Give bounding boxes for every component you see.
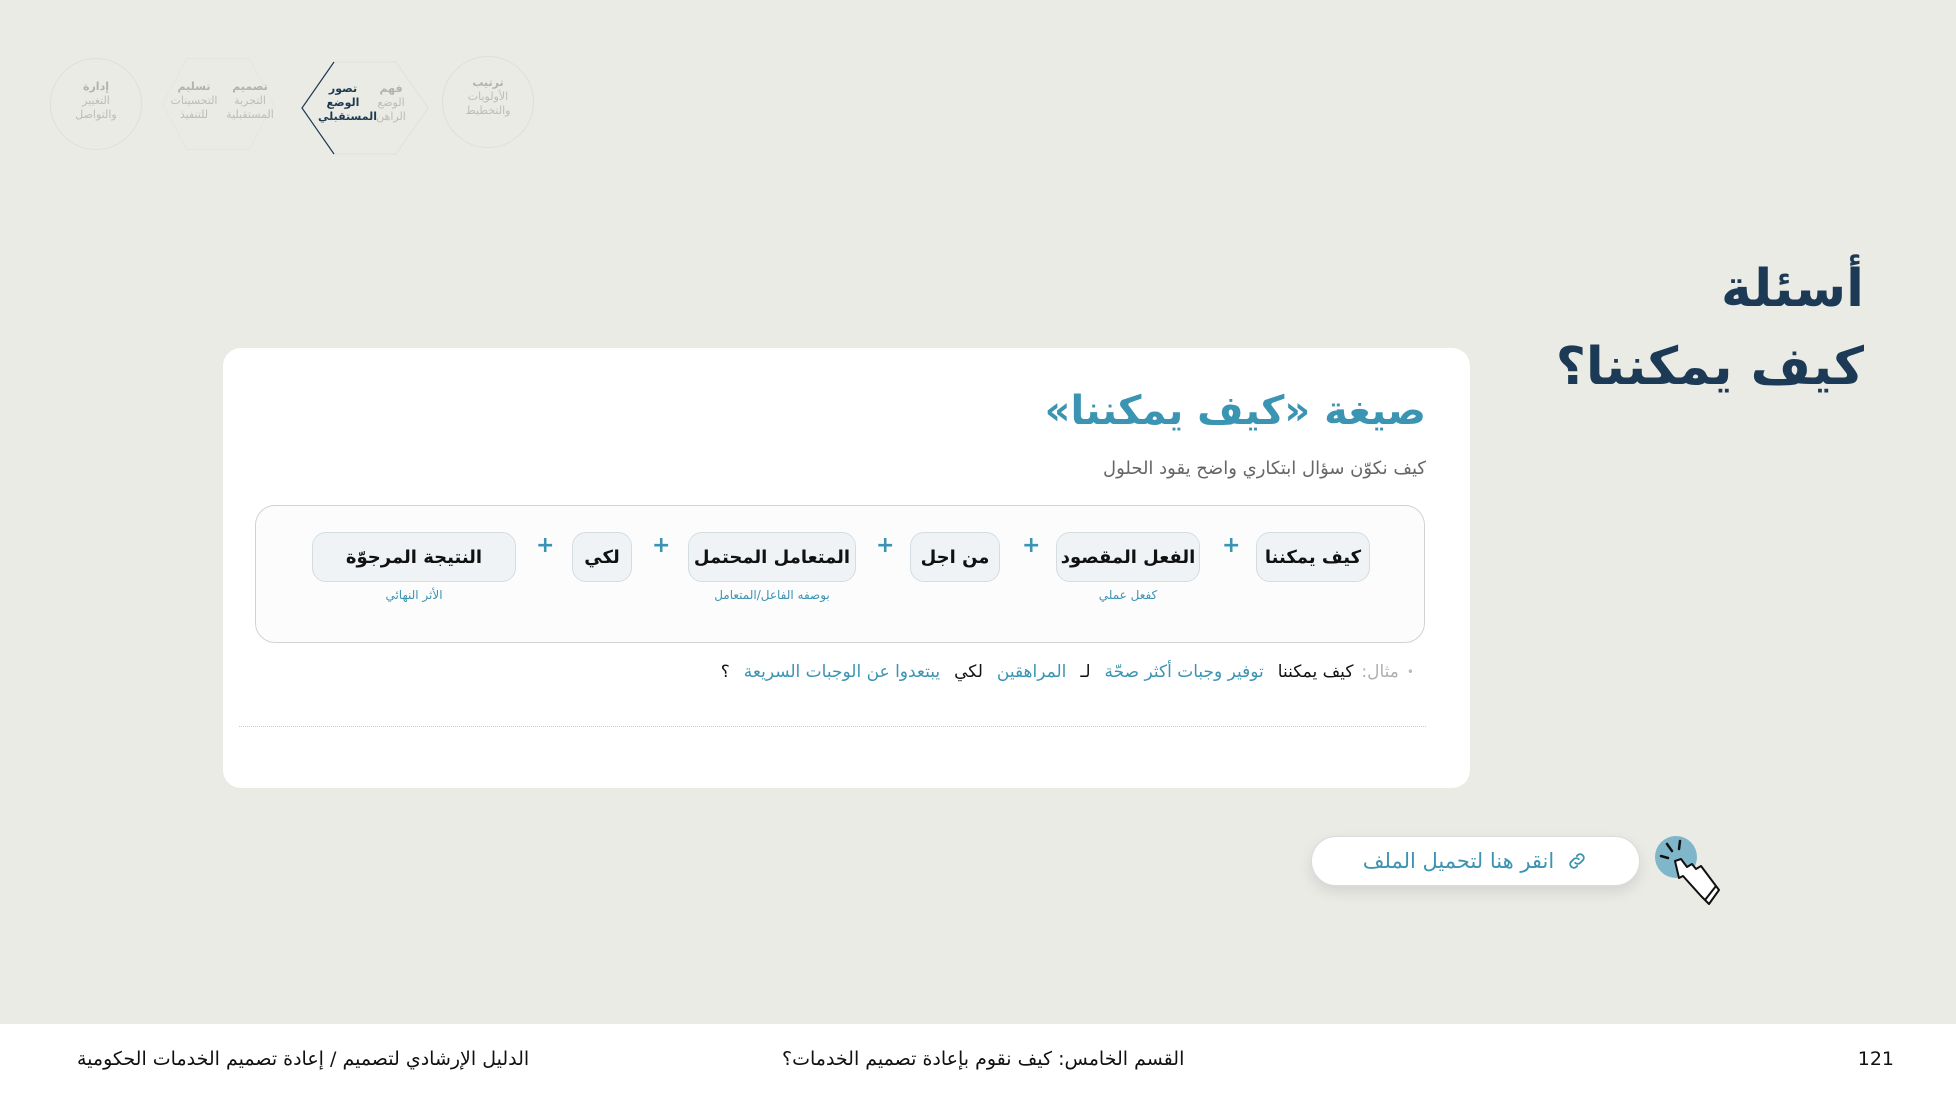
example-part: ؟ (720, 662, 730, 682)
download-file-button[interactable]: انقر هنا لتحميل الملف (1311, 836, 1640, 886)
example-part: لكي (954, 662, 983, 682)
download-label: انقر هنا لتحميل الملف (1362, 849, 1555, 873)
example-line: • مثال: كيف يمكننا توفير وجبات أكثر صحّة… (707, 662, 1414, 682)
chip-note: كفعل عملي (1098, 588, 1158, 602)
stage-item[interactable]: إدارة التغيير والتواصل (50, 80, 142, 122)
bullet-icon: • (1406, 665, 1414, 679)
formula-chip: النتيجة المرجوّة (312, 532, 516, 582)
example-part: يبتعدوا عن الوجبات السريعة (743, 662, 941, 682)
page: إدارة التغيير والتواصل تسليم التحسينات ل… (0, 0, 1956, 1100)
plus-sign: + (1022, 533, 1041, 558)
chip-note: الأثر النهائي (385, 588, 443, 602)
stage-item[interactable]: تسليم التحسينات للتنفيذ (168, 80, 220, 122)
heading-line-1: أسئلة (1721, 259, 1864, 319)
footer-section-title: القسم الخامس: كيف نقوم بإعادة تصميم الخد… (782, 1048, 1185, 1070)
divider (239, 726, 1426, 727)
link-icon (1569, 853, 1585, 869)
page-heading: أسئلة كيف يمكننا؟ (1444, 250, 1864, 406)
page-footer: 121 القسم الخامس: كيف نقوم بإعادة تصميم … (0, 1024, 1956, 1100)
example-part: لـ (1080, 662, 1091, 682)
stage-item[interactable]: تصميم التجربة المستقبلية (220, 80, 280, 122)
plus-sign: + (652, 533, 671, 558)
hand-pointer-icon (1655, 836, 1720, 905)
card-subtitle: كيف نكوّن سؤال ابتكاري واضح يقود الحلول (1102, 458, 1426, 479)
plus-sign: + (536, 533, 555, 558)
page-number: 121 (1857, 1048, 1894, 1070)
footer-guide-title: الدليل الإرشادي لتصميم / إعادة تصميم الخ… (77, 1048, 530, 1070)
stage-navigation: إدارة التغيير والتواصل تسليم التحسينات ل… (50, 52, 550, 162)
formula-chip: المتعامل المحتمل (688, 532, 856, 582)
card-title: صيغة «كيف يمكننا» (1044, 388, 1426, 434)
formula-chip: الفعل المقصود (1056, 532, 1200, 582)
stage-item-active[interactable]: تصور الوضع المستقبلي (318, 82, 377, 124)
example-part: توفير وجبات أكثر صحّة (1104, 662, 1264, 682)
plus-sign: + (876, 533, 895, 558)
example-label: مثال: (1361, 662, 1399, 682)
stage-item[interactable]: فهم الوضع الراهن (368, 82, 414, 124)
formula-chip: من اجل (910, 532, 1000, 582)
example-part: المراهقين (996, 662, 1067, 682)
example-part: كيف يمكننا (1277, 662, 1354, 682)
stage-item[interactable]: ترتيب الأولويات والتخطيط (442, 76, 534, 118)
formula-card: صيغة «كيف يمكننا» كيف نكوّن سؤال ابتكاري… (223, 348, 1470, 788)
plus-sign: + (1222, 533, 1241, 558)
formula-chip: لكي (572, 532, 632, 582)
heading-line-2: كيف يمكننا؟ (1555, 337, 1864, 397)
formula-box: كيف يمكننا + الفعل المقصود كفعل عملي + م… (255, 505, 1425, 643)
chip-note: بوصفه الفاعل/المتعامل (714, 588, 830, 602)
formula-chip: كيف يمكننا (1256, 532, 1370, 582)
